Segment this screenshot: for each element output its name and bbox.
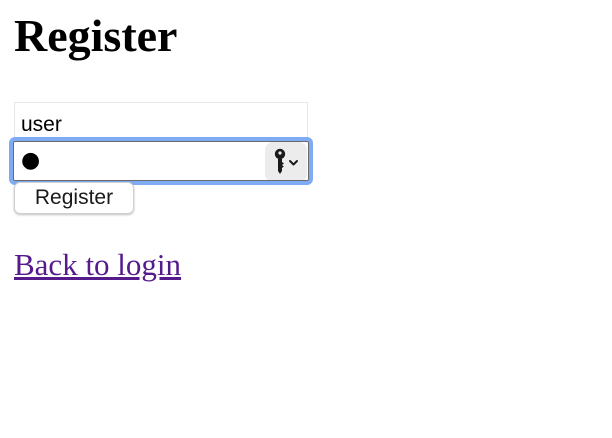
register-button[interactable]: Register: [14, 182, 134, 214]
key-icon: [274, 148, 298, 174]
password-input[interactable]: ●: [9, 137, 313, 185]
page-title: Register: [14, 10, 178, 61]
chevron-down-icon: [289, 160, 298, 166]
password-masked-value: ●: [21, 148, 41, 173]
username-input[interactable]: user: [14, 102, 308, 138]
password-autofill-button[interactable]: [265, 142, 307, 180]
back-to-login-link[interactable]: Back to login: [14, 246, 181, 284]
username-value: user: [21, 113, 62, 136]
password-input-box[interactable]: ●: [13, 141, 309, 181]
